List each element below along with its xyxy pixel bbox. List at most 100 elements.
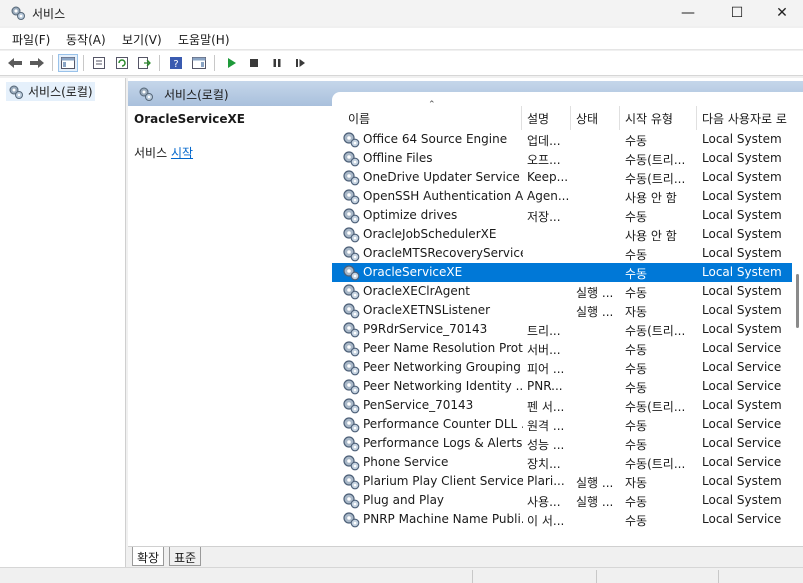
stop-service-icon[interactable] — [244, 54, 264, 72]
service-row[interactable]: Office 64 Source Engine 업데... 수동 Local Syst… — [332, 130, 792, 149]
service-row[interactable]: Plug and Play 사용... 실행 ... 수동 Local System — [332, 491, 792, 510]
service-log-on-as: Local System — [702, 265, 782, 279]
back-arrow-icon[interactable] — [5, 54, 25, 72]
service-gear-icon — [342, 397, 360, 414]
service-startup-type: 자동 — [625, 305, 648, 319]
close-button[interactable]: ✕ — [759, 0, 803, 26]
pause-service-icon[interactable] — [267, 54, 287, 72]
column-header-log-on-as[interactable]: 다음 사용자로 로 — [702, 110, 787, 127]
start-service-link[interactable]: 시작 — [171, 146, 193, 160]
menu-help[interactable]: 도움말(H) — [178, 31, 230, 48]
column-header-description[interactable]: 설명 — [527, 110, 549, 127]
service-row[interactable]: Offline Files 오프... 수동(트리... Local System — [332, 149, 792, 168]
service-row[interactable]: Peer Networking Identity ... PNR... 수동 Loca… — [332, 377, 792, 396]
title-bar: 서비스 — ☐ ✕ — [0, 0, 803, 26]
service-action-prefix: 서비스 — [134, 146, 171, 160]
service-row[interactable]: Peer Name Resolution Prot... 서버... 수동 Local… — [332, 339, 792, 358]
maximize-button[interactable]: ☐ — [714, 0, 760, 26]
service-log-on-as: Local System — [702, 246, 782, 260]
service-row[interactable]: P9RdrService_70143 트리... 수동(트리... Local Sys… — [332, 320, 792, 339]
service-name: Peer Name Resolution Prot... — [363, 341, 523, 355]
service-row[interactable]: OracleJobSchedulerXE 사용 안 함 Local System — [332, 225, 792, 244]
scrollbar-thumb[interactable] — [796, 274, 799, 328]
service-row[interactable]: Performance Logs & Alerts 성능 ... 수동 Local S… — [332, 434, 792, 453]
column-header-status[interactable]: 상태 — [576, 110, 598, 127]
service-name: Performance Counter DLL ... — [363, 417, 523, 431]
service-row[interactable]: OracleXEClrAgent 실행 ... 수동 Local System — [332, 282, 792, 301]
service-log-on-as: Local Service — [702, 379, 782, 393]
service-row[interactable]: Optimize drives 저장... 수동 Local System — [332, 206, 792, 225]
service-gear-icon — [342, 150, 360, 167]
menu-bar: 파일(F) 동작(A) 보기(V) 도움말(H) — [0, 28, 803, 50]
service-name: PNRP Machine Name Publi... — [363, 512, 523, 526]
service-row[interactable]: OneDrive Updater Service Keep... 수동(트리... L… — [332, 168, 792, 187]
vertical-scrollbar[interactable] — [792, 112, 803, 546]
action-pane-icon[interactable] — [189, 54, 209, 72]
export-list-icon[interactable] — [134, 54, 154, 72]
service-row[interactable]: Phone Service 장치... 수동(트리... Local Service — [332, 453, 792, 472]
service-log-on-as: Local Service — [702, 417, 782, 431]
service-log-on-as: Local System — [702, 474, 782, 488]
service-name: Plug and Play — [363, 493, 445, 507]
service-log-on-as: Local System — [702, 189, 782, 203]
service-description: Plari... — [527, 474, 565, 488]
service-log-on-as: Local System — [702, 227, 782, 241]
service-startup-type: 수동 — [625, 419, 648, 433]
service-status: 실행 ... — [576, 476, 614, 490]
service-log-on-as: Local Service — [702, 512, 782, 526]
resume-service-icon[interactable] — [290, 54, 310, 72]
service-startup-type: 수동(트리... — [625, 400, 686, 414]
service-name: OneDrive Updater Service — [363, 170, 520, 184]
service-gear-icon — [342, 473, 360, 490]
service-row[interactable]: Performance Counter DLL ... 원격 ... 수동 Local… — [332, 415, 792, 434]
service-gear-icon — [342, 264, 360, 281]
help-icon[interactable]: ? — [166, 54, 186, 72]
service-description: 원격 ... — [527, 419, 565, 433]
service-startup-type: 수동(트리... — [625, 324, 686, 338]
service-row[interactable]: OpenSSH Authentication A... Agen... 사용 안 함… — [332, 187, 792, 206]
service-name: OracleServiceXE — [363, 265, 463, 279]
service-gear-icon — [342, 188, 360, 205]
service-detail-pane: OracleServiceXE 서비스 시작 — [128, 106, 332, 546]
service-log-on-as: Local Service — [702, 436, 782, 450]
service-gear-icon — [342, 169, 360, 186]
service-row[interactable]: OracleServiceXE 수동 Local System — [332, 263, 792, 282]
properties-icon[interactable] — [89, 54, 109, 72]
menu-view[interactable]: 보기(V) — [122, 31, 162, 48]
service-row[interactable]: OracleXETNSListener 실행 ... 자동 Local System — [332, 301, 792, 320]
service-name: PenService_70143 — [363, 398, 474, 412]
forward-arrow-icon[interactable] — [27, 54, 47, 72]
service-status: 실행 ... — [576, 286, 614, 300]
show-console-tree-icon[interactable] — [58, 54, 78, 72]
service-description: 피어 ... — [527, 362, 565, 376]
selected-service-name: OracleServiceXE — [134, 112, 245, 126]
service-gear-icon — [342, 340, 360, 357]
service-log-on-as: Local System — [702, 208, 782, 222]
service-gear-icon — [342, 359, 360, 376]
menu-file[interactable]: 파일(F) — [12, 31, 50, 48]
minimize-button[interactable]: — — [665, 0, 711, 26]
tab-extended[interactable]: 확장 — [132, 547, 165, 566]
sort-ascending-icon: ⌃ — [428, 100, 436, 110]
service-row[interactable]: PNRP Machine Name Publi... 이 서... 수동 Local … — [332, 510, 792, 529]
tab-standard[interactable]: 표준 — [169, 547, 202, 566]
refresh-icon[interactable] — [112, 54, 132, 72]
service-row[interactable]: PenService_70143 펜 서... 수동(트리... Local Syst… — [332, 396, 792, 415]
service-log-on-as: Local System — [702, 303, 782, 317]
service-name: P9RdrService_70143 — [363, 322, 488, 336]
column-header-name[interactable]: 이름 — [348, 110, 370, 127]
service-row[interactable]: Plarium Play Client Service Plari... 실행 ..… — [332, 472, 792, 491]
service-gear-icon — [342, 321, 360, 338]
service-name: Offline Files — [363, 151, 433, 165]
start-service-icon[interactable] — [221, 54, 241, 72]
service-startup-type: 수동(트리... — [625, 457, 686, 471]
service-startup-type: 수동 — [625, 267, 648, 281]
service-row[interactable]: Peer Networking Grouping 피어 ... 수동 Local Se… — [332, 358, 792, 377]
tree-item-services-local[interactable]: 서비스(로컬) — [6, 82, 95, 101]
menu-action[interactable]: 동작(A) — [66, 31, 106, 48]
svg-text:?: ? — [173, 59, 178, 70]
service-description: 업데... — [527, 134, 561, 148]
service-log-on-as: Local Service — [702, 360, 782, 374]
column-header-startup-type[interactable]: 시작 유형 — [625, 110, 673, 127]
service-row[interactable]: OracleMTSRecoveryService 수동 Local System — [332, 244, 792, 263]
